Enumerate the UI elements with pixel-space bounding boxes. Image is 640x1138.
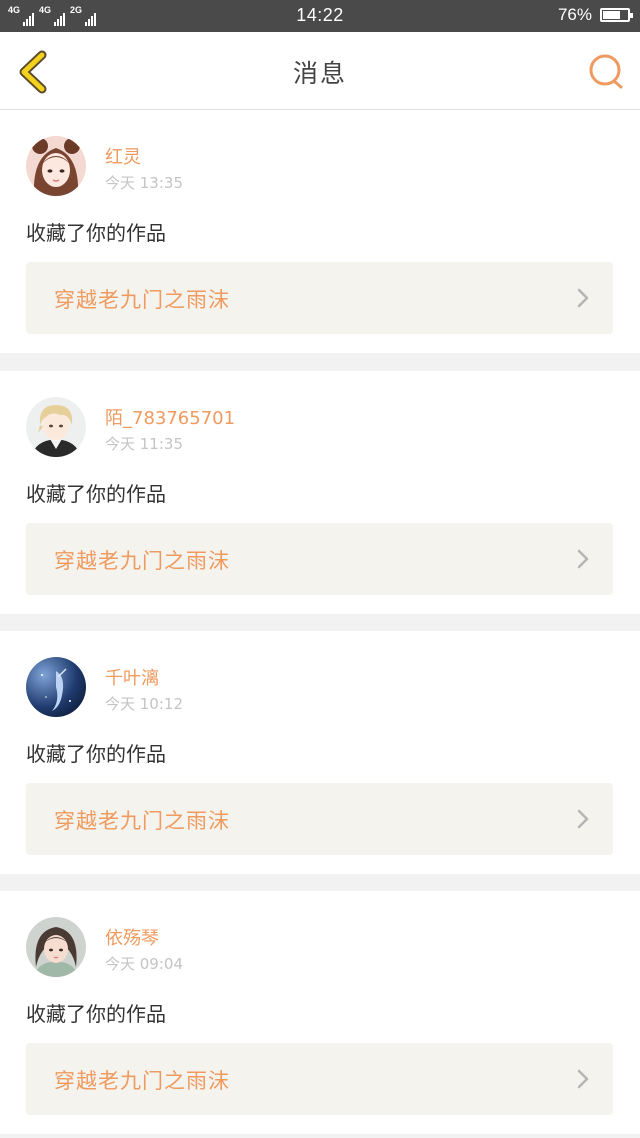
work-link-card[interactable]: 穿越老九门之雨沫 [26, 1043, 613, 1115]
avatar[interactable] [26, 397, 86, 457]
message-time: 今天 11:35 [105, 435, 183, 453]
work-title: 穿越老九门之雨沫 [54, 549, 230, 573]
work-link-card[interactable]: 穿越老九门之雨沫 [26, 783, 613, 855]
user-avatar-image [26, 657, 86, 717]
battery-icon [600, 8, 633, 22]
message-card: 依殇琴 今天 09:04 收藏了你的作品 穿越老九门之雨沫 [0, 891, 640, 1134]
search-icon [589, 54, 623, 89]
work-title: 穿越老九门之雨沫 [54, 288, 230, 312]
work-link-card[interactable]: 穿越老九门之雨沫 [26, 262, 613, 334]
username-link[interactable]: 红灵 [105, 143, 141, 169]
username-link[interactable]: 千叶漓 [105, 664, 159, 690]
navigation-bar: 消息 [0, 32, 640, 110]
username-link[interactable]: 陌_783765701 [105, 404, 235, 430]
message-action-text: 收藏了你的作品 [26, 482, 166, 506]
message-action-text: 收藏了你的作品 [26, 1002, 166, 1026]
message-time: 今天 09:04 [105, 955, 183, 973]
message-time: 今天 13:35 [105, 174, 183, 192]
message-action-text: 收藏了你的作品 [26, 221, 166, 245]
work-link-card[interactable]: 穿越老九门之雨沫 [26, 523, 613, 595]
avatar[interactable] [26, 657, 86, 717]
chevron-right-icon [577, 809, 589, 829]
username-link[interactable]: 依殇琴 [105, 924, 159, 950]
user-avatar-image [26, 917, 86, 977]
chevron-right-icon [577, 549, 589, 569]
avatar[interactable] [26, 917, 86, 977]
avatar[interactable] [26, 136, 86, 196]
user-avatar-image [26, 397, 86, 457]
page-title: 消息 [292, 59, 347, 88]
message-card: 红灵 今天 13:35 收藏了你的作品 穿越老九门之雨沫 [0, 110, 640, 353]
work-title: 穿越老九门之雨沫 [54, 809, 230, 833]
battery-percent: 76% [557, 5, 592, 24]
search-button[interactable] [586, 52, 626, 92]
message-card: 千叶漓 今天 10:12 收藏了你的作品 穿越老九门之雨沫 [0, 631, 640, 874]
message-time: 今天 10:12 [105, 695, 183, 713]
chevron-right-icon [577, 1069, 589, 1089]
chevron-right-icon [577, 288, 589, 308]
battery-status: 76% [557, 5, 633, 25]
status-bar: 4G 4G 2G 14:22 76% [0, 0, 640, 32]
status-time: 14:22 [296, 5, 344, 25]
battery-level-fill [603, 11, 620, 19]
user-avatar-image [26, 136, 86, 196]
work-title: 穿越老九门之雨沫 [54, 1069, 230, 1093]
message-card: 陌_783765701 今天 11:35 收藏了你的作品 穿越老九门之雨沫 [0, 371, 640, 614]
message-action-text: 收藏了你的作品 [26, 742, 166, 766]
